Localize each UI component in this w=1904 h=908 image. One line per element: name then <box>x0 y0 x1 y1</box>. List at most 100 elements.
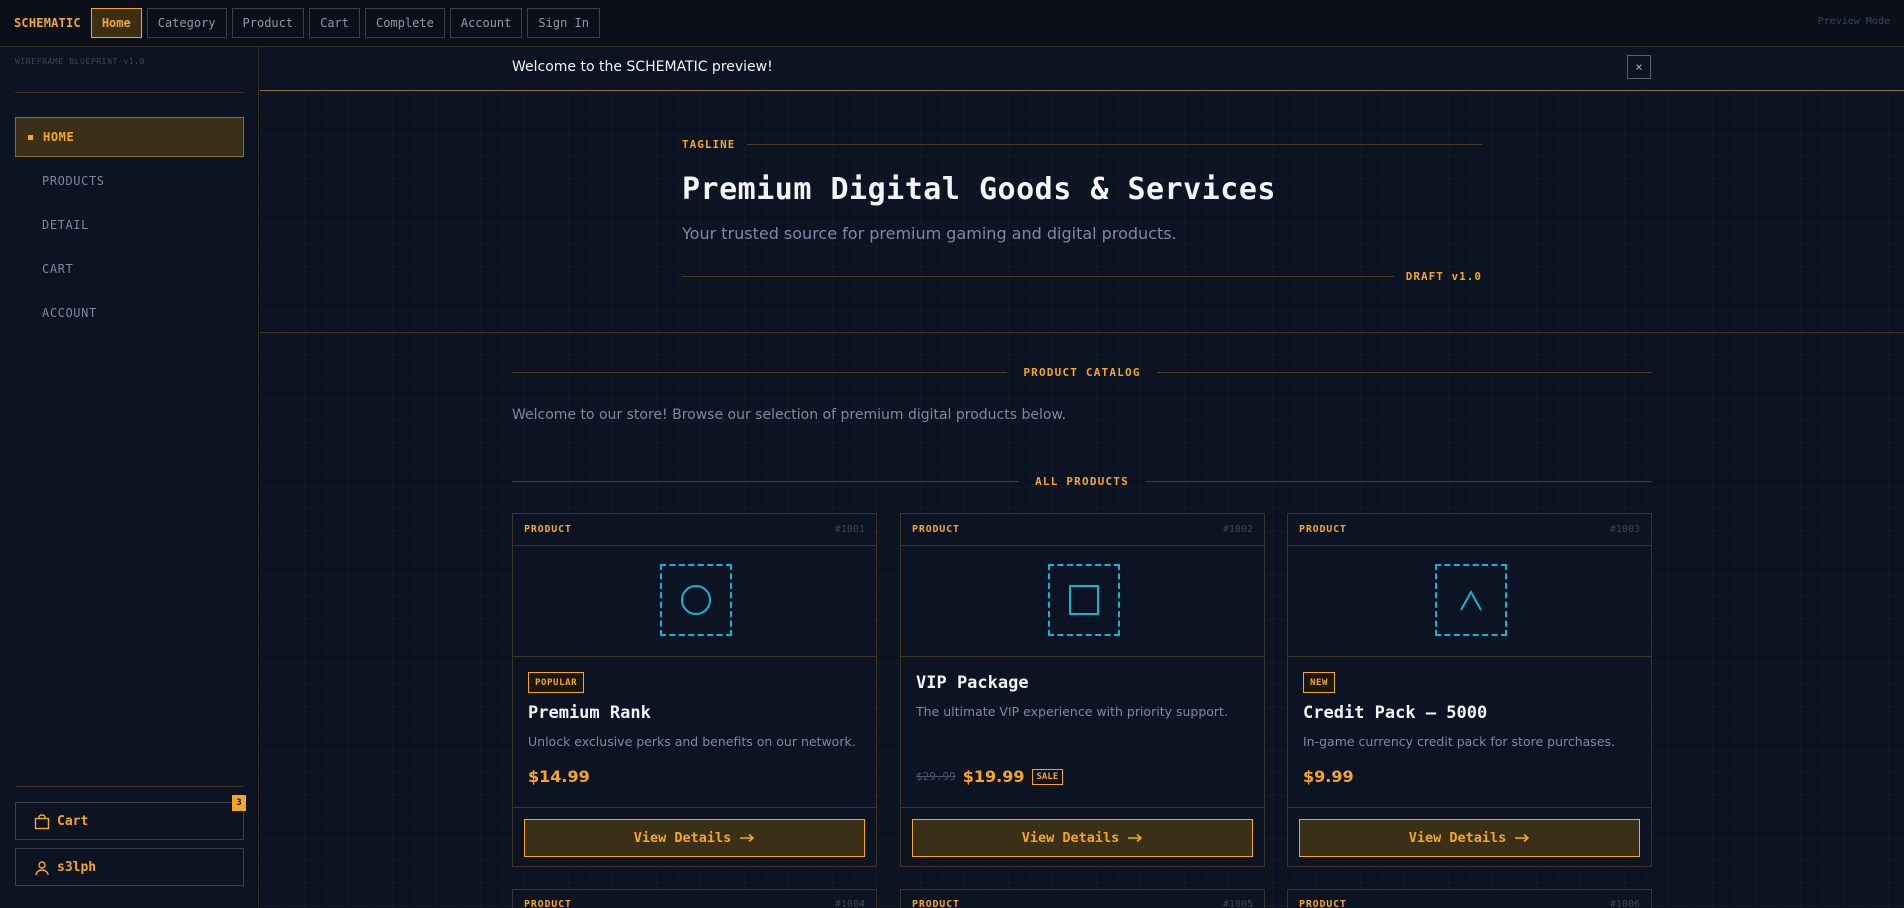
thumbnail-frame <box>660 564 732 636</box>
banner-message: Welcome to the SCHEMATIC preview! <box>512 59 773 75</box>
card-type: PRODUCT <box>524 524 572 535</box>
sidebar-divider <box>15 92 243 93</box>
topnav-home[interactable]: Home <box>90 8 142 38</box>
catalog-heading-label: PRODUCT CATALOG <box>1023 366 1141 379</box>
topnav-sign-in[interactable]: Sign In <box>527 8 600 38</box>
sidebar-item-label: CART <box>42 262 74 276</box>
sidebar-item-label: HOME <box>43 130 75 144</box>
user-icon <box>35 861 49 876</box>
welcome-banner: Welcome to the SCHEMATIC preview! × <box>260 47 1904 91</box>
sidebar-item-account[interactable]: ACCOUNT <box>15 293 244 333</box>
sidebar-item-label: PRODUCTS <box>42 174 105 188</box>
card-footer: View Details <box>1288 808 1651 866</box>
user-button-label: s3lph <box>57 859 97 875</box>
product-card[interactable]: PRODUCT #1002 VIP Package The ultimate V… <box>900 513 1265 867</box>
product-card[interactable]: PRODUCT #1005 <box>900 889 1265 908</box>
top-bar: SCHEMATIC Home Category Product Cart Com… <box>0 0 1904 47</box>
card-body: NEW Credit Pack — 5000 In-game currency … <box>1288 657 1651 808</box>
sidebar-item-label: DETAIL <box>42 218 89 232</box>
sidebar-cart-button[interactable]: Cart 3 <box>15 795 246 840</box>
product-price: $14.99 <box>528 767 590 786</box>
product-name: VIP Package <box>916 673 1029 693</box>
product-card[interactable]: PRODUCT #1003 NEW Credit Pack — 5000 In-… <box>1287 513 1652 867</box>
sidebar-item-detail[interactable]: DETAIL <box>15 205 244 245</box>
topnav-complete[interactable]: Complete <box>365 8 445 38</box>
product-thumbnail <box>1288 546 1651 657</box>
card-body: POPULAR Premium Rank Unlock exclusive pe… <box>513 657 876 808</box>
square-icon <box>1069 585 1099 615</box>
product-tag: NEW <box>1303 672 1336 693</box>
product-name: Credit Pack — 5000 <box>1303 703 1488 723</box>
draft-row: DRAFT v1.0 <box>682 270 1482 283</box>
cart-icon <box>34 814 50 830</box>
product-price: $19.99 <box>962 767 1025 786</box>
product-card[interactable]: PRODUCT #1001 POPULAR Premium Rank Unloc… <box>512 513 877 867</box>
thumbnail-frame <box>1435 564 1507 636</box>
view-details-button[interactable]: View Details <box>1299 819 1640 857</box>
hero-subtitle: Your trusted source for premium gaming a… <box>682 224 1177 243</box>
card-footer: View Details <box>513 808 876 866</box>
card-header: PRODUCT #1002 <box>901 514 1264 546</box>
all-products-heading: ALL PRODUCTS <box>512 475 1652 488</box>
sidebar-version: WIREFRAME BLUEPRINT v1.0 <box>15 57 145 66</box>
card-id: #1005 <box>1222 899 1253 908</box>
price-row: $14.99 <box>528 767 590 786</box>
product-tag: POPULAR <box>528 672 585 693</box>
sidebar-item-home[interactable]: HOME <box>15 117 244 157</box>
sidebar-item-label: ACCOUNT <box>42 306 97 320</box>
preview-mode-label: Preview Mode <box>1817 16 1890 27</box>
sidebar-item-cart[interactable]: CART <box>15 249 244 289</box>
card-body: VIP Package The ultimate VIP experience … <box>901 657 1264 808</box>
divider <box>747 144 1482 145</box>
draft-label: DRAFT v1.0 <box>1405 270 1482 283</box>
divider <box>1144 481 1652 482</box>
product-description: The ultimate VIP experience with priorit… <box>916 704 1228 719</box>
arrow-right-icon <box>1128 833 1143 843</box>
card-header: PRODUCT #1001 <box>513 514 876 546</box>
sidebar-user-button[interactable]: s3lph <box>15 848 244 886</box>
card-type: PRODUCT <box>524 899 572 908</box>
sidebar: WIREFRAME BLUEPRINT v1.0 HOME PRODUCTS D… <box>0 47 259 908</box>
cart-button-label: Cart <box>57 813 89 829</box>
card-id: #1001 <box>834 524 865 535</box>
hero-section: TAGLINE Premium Digital Goods & Services… <box>260 92 1904 333</box>
product-price: $9.99 <box>1303 767 1354 786</box>
sidebar-divider-bottom <box>15 786 243 787</box>
divider <box>512 481 1020 482</box>
card-id: #1003 <box>1609 524 1640 535</box>
card-type: PRODUCT <box>1299 899 1347 908</box>
topnav-category[interactable]: Category <box>146 8 227 38</box>
all-products-label: ALL PRODUCTS <box>1035 475 1129 488</box>
tagline-label: TAGLINE <box>682 138 736 151</box>
arrow-right-icon <box>740 833 755 843</box>
product-name: Premium Rank <box>528 703 651 723</box>
sidebar-item-products[interactable]: PRODUCTS <box>15 161 244 201</box>
product-card[interactable]: PRODUCT #1006 <box>1287 889 1652 908</box>
arrow-right-icon <box>1515 833 1530 843</box>
caret-icon <box>1460 589 1482 611</box>
view-details-button[interactable]: View Details <box>524 819 865 857</box>
tagline-row: TAGLINE <box>682 138 1482 151</box>
card-id: #1002 <box>1222 524 1253 535</box>
card-type: PRODUCT <box>912 524 960 535</box>
card-id: #1004 <box>834 899 865 908</box>
price-row: $29.99 $19.99 SALE <box>916 767 1064 786</box>
card-type: PRODUCT <box>1299 524 1347 535</box>
sale-badge: SALE <box>1031 768 1064 785</box>
card-id: #1006 <box>1609 899 1640 908</box>
view-details-button[interactable]: View Details <box>912 819 1253 857</box>
price-row: $9.99 <box>1303 767 1354 786</box>
topnav-product[interactable]: Product <box>231 8 305 38</box>
card-type: PRODUCT <box>912 899 960 908</box>
product-thumbnail <box>513 546 876 657</box>
catalog-heading: PRODUCT CATALOG <box>512 366 1652 379</box>
hero-title: Premium Digital Goods & Services <box>682 172 1276 207</box>
close-banner-button[interactable]: × <box>1627 55 1651 79</box>
product-description: In-game currency credit pack for store p… <box>1303 734 1615 749</box>
topnav-account[interactable]: Account <box>449 8 523 38</box>
catalog-welcome-text: Welcome to our store! Browse our selecti… <box>512 407 1067 423</box>
main-content: Welcome to the SCHEMATIC preview! × TAGL… <box>260 47 1904 908</box>
brand-logo[interactable]: SCHEMATIC <box>14 16 81 30</box>
topnav-cart[interactable]: Cart <box>309 8 361 38</box>
product-card[interactable]: PRODUCT #1004 <box>512 889 877 908</box>
